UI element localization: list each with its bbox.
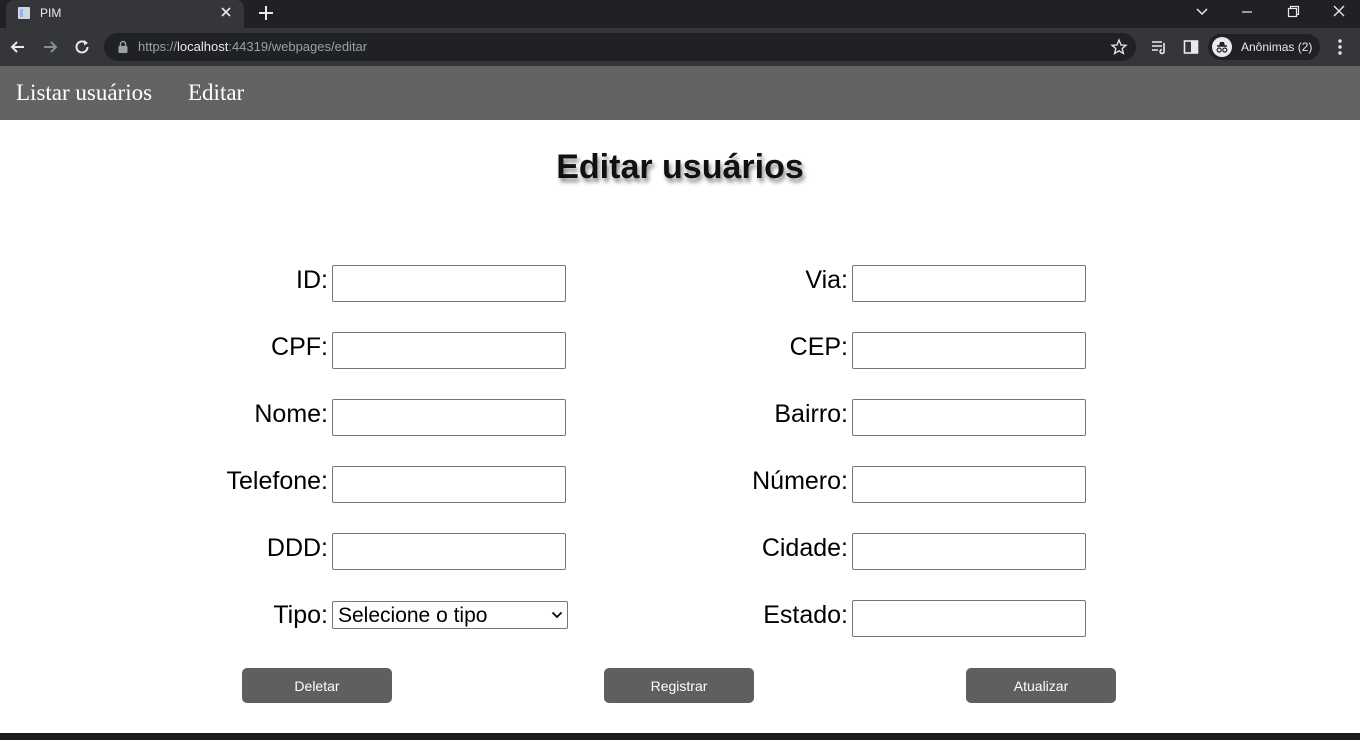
ddd-field[interactable]	[332, 533, 566, 570]
bookmark-star-icon[interactable]	[1110, 38, 1128, 56]
tipo-select[interactable]: Selecione o tipo	[332, 601, 568, 629]
cep-label: CEP:	[789, 333, 848, 361]
browser-tab-bar: PIM	[0, 0, 1360, 28]
tab-search-chevron-icon[interactable]	[1190, 2, 1214, 22]
restore-icon[interactable]	[1281, 2, 1305, 22]
close-tab-icon[interactable]	[218, 4, 234, 20]
nav-link-listar-usuarios[interactable]: Listar usuários	[16, 80, 152, 106]
page-title: Editar usuários	[556, 148, 804, 186]
telefone-field[interactable]	[332, 466, 566, 503]
incognito-profile-button[interactable]: Anônimas (2)	[1208, 34, 1320, 60]
page-favicon-icon	[18, 7, 30, 19]
bairro-field[interactable]	[852, 399, 1086, 436]
app-nav-bar: Listar usuários Editar	[0, 66, 1360, 120]
browser-tab[interactable]: PIM	[6, 0, 244, 28]
via-field[interactable]	[852, 265, 1086, 302]
reading-list-icon[interactable]	[1150, 38, 1168, 56]
estado-field[interactable]	[852, 600, 1086, 637]
taskbar-edge	[0, 733, 1360, 740]
close-window-icon[interactable]	[1327, 2, 1351, 22]
incognito-icon	[1212, 37, 1232, 57]
tipo-select-value: Selecione o tipo	[338, 604, 488, 627]
ddd-label: DDD:	[266, 534, 328, 562]
tab-title: PIM	[40, 6, 62, 20]
cidade-field[interactable]	[852, 533, 1086, 570]
cep-field[interactable]	[852, 332, 1086, 369]
url-text[interactable]: https://localhost:44319/webpages/editar	[138, 39, 367, 54]
nome-field[interactable]	[332, 399, 566, 436]
new-tab-icon[interactable]	[256, 3, 276, 23]
back-icon[interactable]	[8, 37, 28, 57]
numero-field[interactable]	[852, 466, 1086, 503]
id-label: ID:	[296, 266, 328, 294]
via-label: Via:	[805, 266, 848, 294]
browser-menu-icon[interactable]	[1332, 38, 1348, 56]
register-button[interactable]: Registrar	[604, 668, 754, 703]
forward-icon[interactable]	[40, 37, 60, 57]
lock-icon[interactable]	[117, 40, 129, 54]
profile-label: Anônimas (2)	[1241, 40, 1313, 54]
minimize-icon[interactable]	[1235, 2, 1259, 22]
cidade-label: Cidade:	[761, 534, 848, 562]
numero-label: Número:	[752, 467, 848, 495]
chevron-down-icon	[551, 611, 563, 619]
tipo-label: Tipo:	[273, 601, 328, 629]
delete-button[interactable]: Deletar	[242, 668, 392, 703]
url-path: :44319/webpages/editar	[228, 39, 368, 54]
side-panel-icon[interactable]	[1182, 38, 1200, 56]
url-scheme: https://	[138, 39, 178, 54]
telefone-label: Telefone:	[226, 467, 328, 495]
nav-link-editar[interactable]: Editar	[188, 80, 244, 106]
url-host: localhost	[177, 39, 229, 54]
reload-icon[interactable]	[72, 37, 92, 57]
update-button[interactable]: Atualizar	[966, 668, 1116, 703]
cpf-label: CPF:	[271, 333, 328, 361]
cpf-field[interactable]	[332, 332, 566, 369]
nome-label: Nome:	[254, 400, 328, 428]
estado-label: Estado:	[763, 601, 848, 629]
id-field[interactable]	[332, 265, 566, 302]
bairro-label: Bairro:	[774, 400, 848, 428]
